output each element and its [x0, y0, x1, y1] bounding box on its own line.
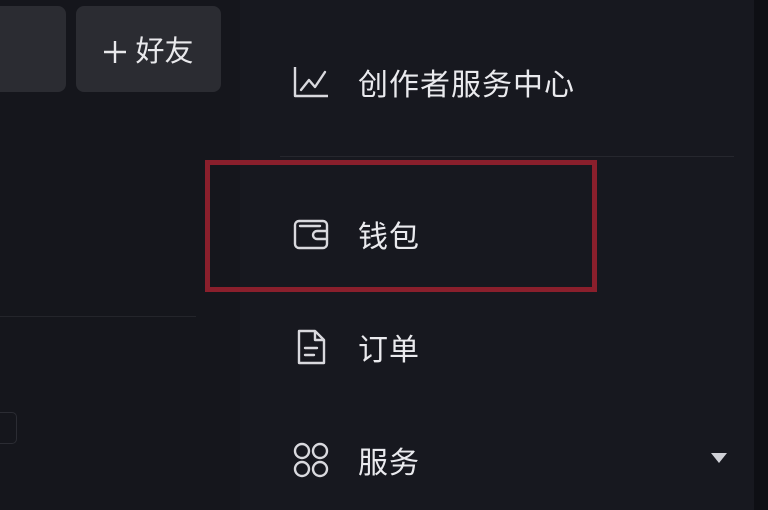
menu-item-label: 钱包 [358, 220, 420, 255]
scroll-edge [754, 0, 768, 510]
menu-item-label: 订单 [358, 333, 420, 368]
menu-item-orders[interactable]: 订单 [292, 317, 420, 377]
grid-icon [292, 441, 330, 479]
plus-icon [103, 37, 127, 63]
side-drawer: 创作者服务中心 钱包 订单 服务 [240, 0, 754, 510]
left-panel: 好友 [0, 0, 240, 510]
menu-item-label: 服务 [358, 446, 420, 481]
app-frame: 好友 创作者服务中心 钱包 订单 服务 [0, 0, 768, 510]
divider [0, 316, 196, 317]
caret-down-icon[interactable] [710, 450, 728, 464]
tag-badge [0, 412, 17, 444]
add-friend-button[interactable]: 好友 [76, 6, 221, 92]
search-field[interactable] [0, 6, 66, 92]
add-friend-label: 好友 [135, 34, 194, 68]
drawer-divider [280, 156, 734, 157]
menu-item-services[interactable]: 服务 [292, 430, 420, 490]
menu-item-label: 创作者服务中心 [358, 68, 575, 103]
menu-item-creator-center[interactable]: 创作者服务中心 [292, 52, 575, 112]
trend-chart-icon [292, 63, 330, 101]
document-icon [292, 328, 330, 366]
menu-item-wallet[interactable]: 钱包 [292, 204, 420, 264]
wallet-icon [292, 215, 330, 253]
